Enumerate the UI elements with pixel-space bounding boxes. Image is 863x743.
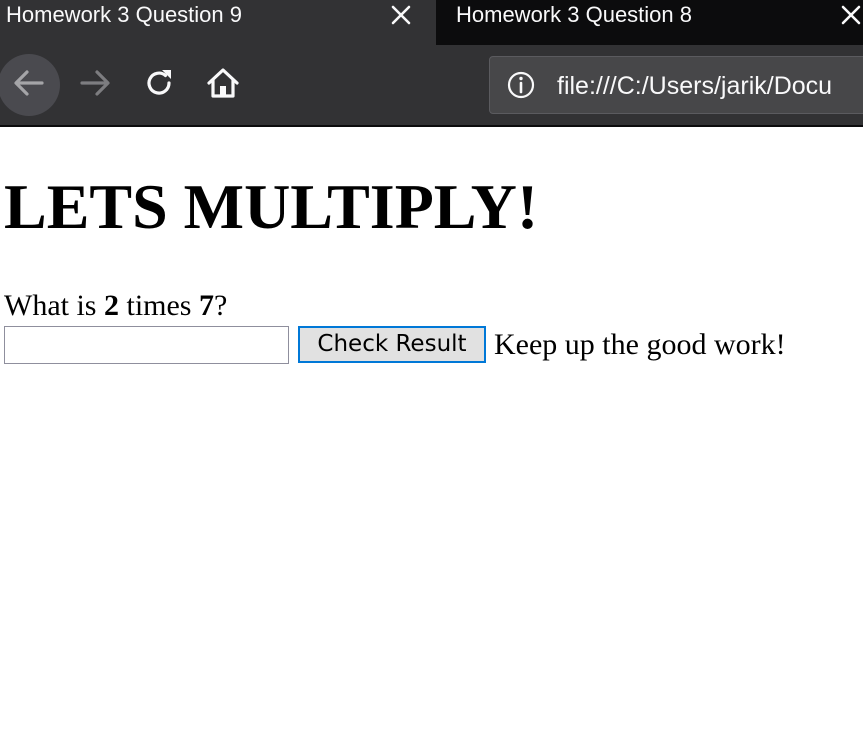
first-factor: 2 [103,289,119,322]
question-middle: times [118,289,199,322]
back-arrow-icon [12,66,46,105]
browser-chrome: Homework 3 Question 9 Homework 3 Questio… [0,0,863,127]
reload-icon [142,66,176,105]
tab-title: Homework 3 Question 9 [6,2,242,27]
reload-button[interactable] [128,54,190,116]
home-icon [205,65,241,106]
tab-homework-3-question-9[interactable]: Homework 3 Question 9 [0,0,436,45]
question-prefix: What is [4,289,104,322]
close-icon[interactable] [388,2,414,28]
tab-strip: Homework 3 Question 9 Homework 3 Questio… [0,0,863,45]
forward-button[interactable] [64,54,126,116]
multiplication-question: What is 2 times 7? [4,289,227,323]
forward-arrow-icon [78,66,112,105]
back-button[interactable] [0,54,60,116]
answer-input[interactable] [4,326,289,364]
check-result-button[interactable]: Check Result [298,326,486,363]
question-suffix: ? [213,289,228,322]
feedback-message: Keep up the good work! [494,328,786,361]
tab-homework-3-question-8[interactable]: Homework 3 Question 8 [436,0,863,45]
second-factor: 7 [198,289,214,322]
page-content: LETS MULTIPLY! What is 2 times 7? Check … [0,127,863,743]
url-text: file:///C:/Users/jarik/Docu [557,72,833,100]
url-bar[interactable]: file:///C:/Users/jarik/Docu [489,56,863,114]
tab-title: Homework 3 Question 8 [456,2,692,27]
home-button[interactable] [192,54,254,116]
info-icon[interactable] [507,71,535,99]
close-icon[interactable] [838,2,863,28]
page-title: LETS MULTIPLY! [4,171,539,242]
